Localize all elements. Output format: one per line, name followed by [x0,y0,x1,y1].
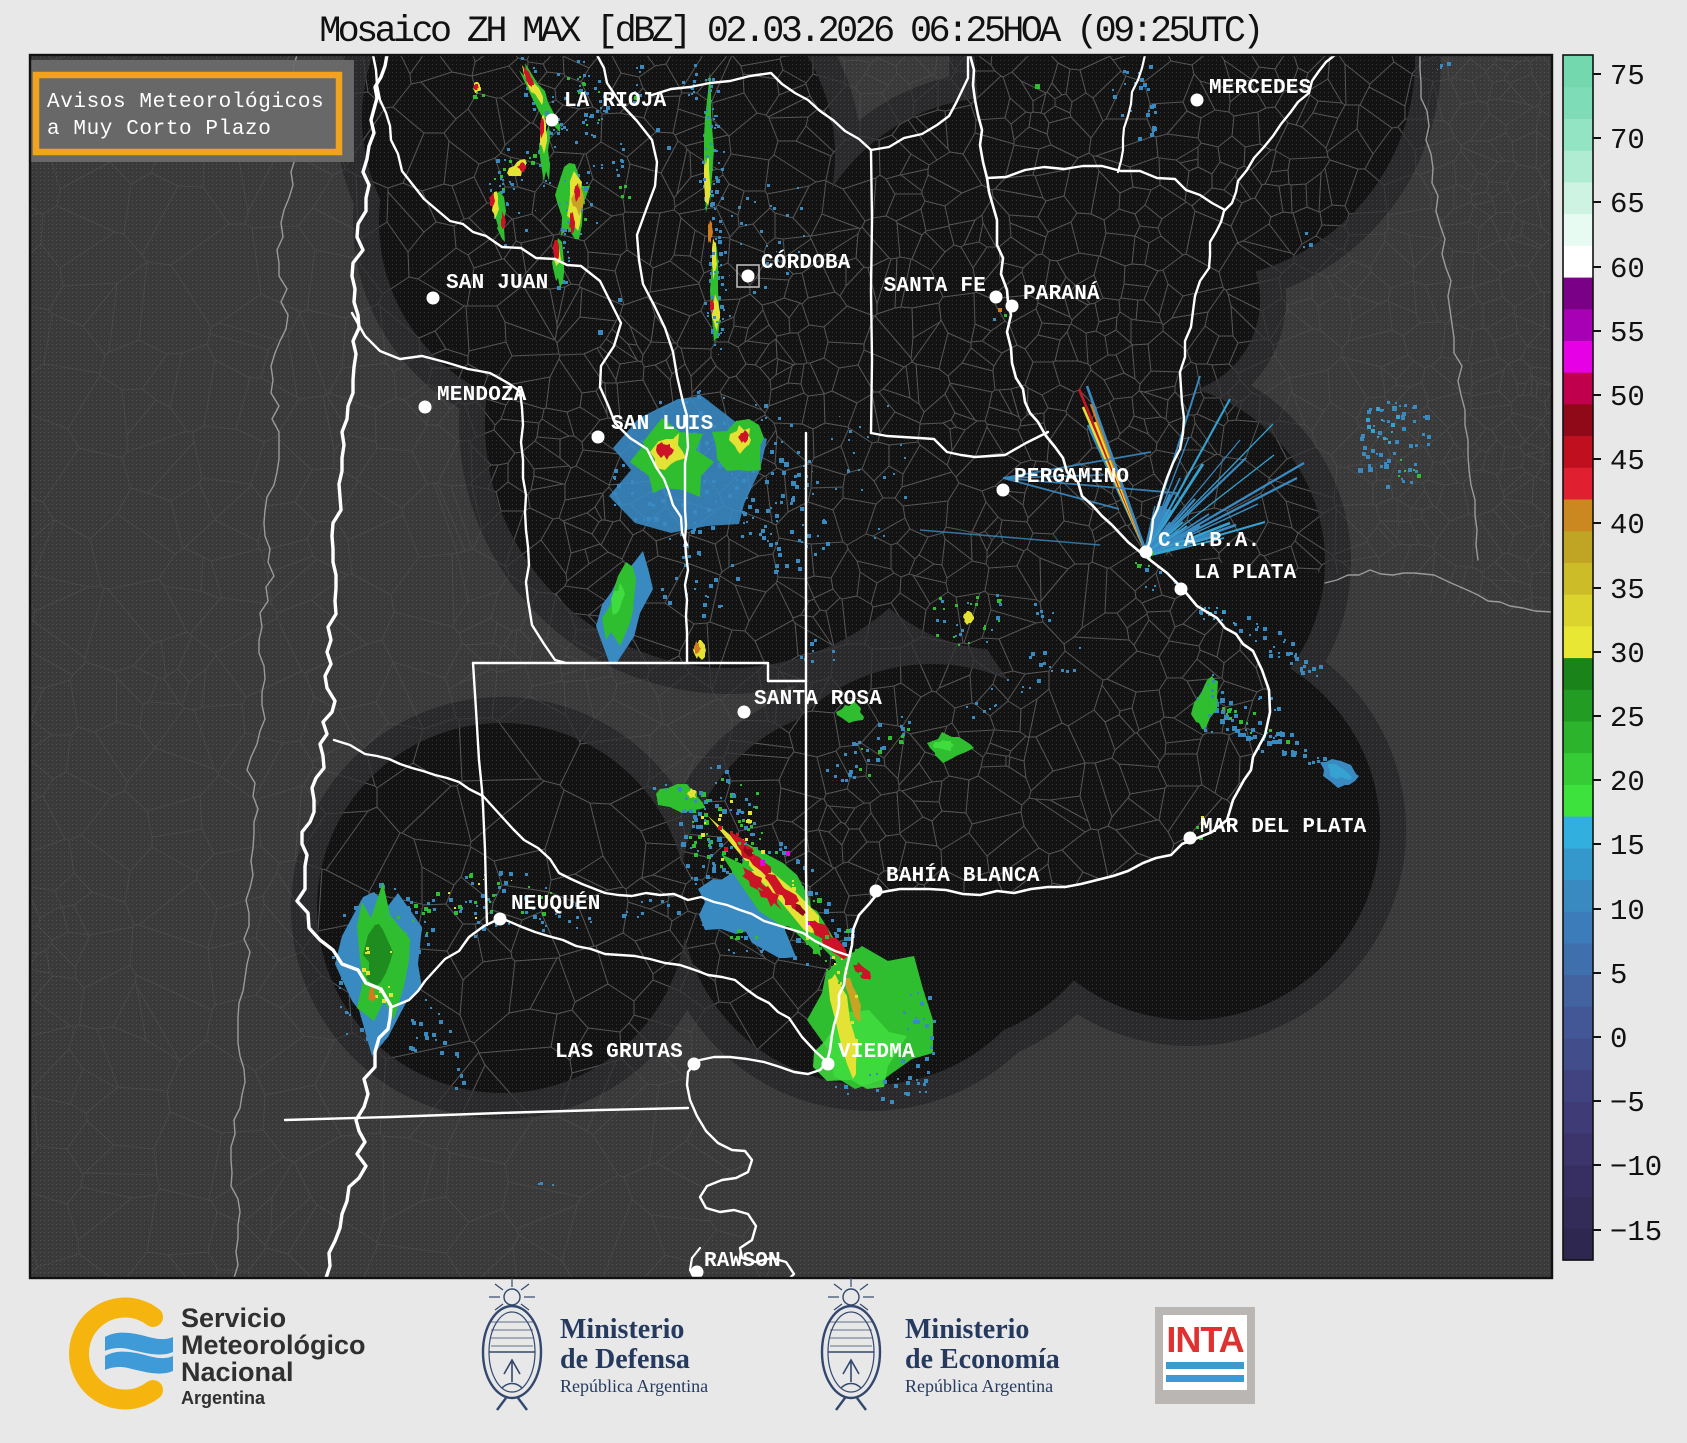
svg-text:10: 10 [1610,895,1645,928]
svg-text:República Argentina: República Argentina [905,1376,1053,1396]
svg-text:Nacional: Nacional [181,1357,294,1387]
svg-text:PERGAMINO: PERGAMINO [1014,466,1129,489]
svg-text:Servicio: Servicio [181,1303,286,1333]
svg-text:SAN JUAN: SAN JUAN [446,272,548,295]
svg-text:INTA: INTA [1166,1319,1244,1360]
svg-text:40: 40 [1610,509,1645,542]
svg-text:70: 70 [1610,124,1645,157]
svg-text:5: 5 [1610,959,1627,992]
svg-text:SAN LUIS: SAN LUIS [611,413,713,436]
svg-text:MENDOZA: MENDOZA [437,384,527,407]
svg-text:República Argentina: República Argentina [560,1376,708,1396]
svg-text:35: 35 [1610,574,1645,607]
svg-text:MAR DEL PLATA: MAR DEL PLATA [1200,816,1367,839]
svg-text:C.A.B.A.: C.A.B.A. [1158,530,1260,553]
svg-text:45: 45 [1610,445,1645,478]
svg-text:NEUQUÉN: NEUQUÉN [511,892,601,916]
svg-text:65: 65 [1610,188,1645,221]
svg-text:30: 30 [1610,638,1645,671]
svg-text:Argentina: Argentina [181,1388,266,1408]
svg-text:25: 25 [1610,702,1645,735]
svg-text:Ministerio: Ministerio [560,1314,684,1345]
svg-text:a Muy Corto Plazo: a Muy Corto Plazo [47,118,271,141]
svg-text:−15: −15 [1610,1216,1662,1249]
svg-text:Meteorológico: Meteorológico [181,1330,366,1360]
svg-text:55: 55 [1610,317,1645,350]
svg-text:75: 75 [1610,60,1645,93]
svg-text:MERCEDES: MERCEDES [1209,77,1311,100]
svg-text:BAHÍA BLANCA: BAHÍA BLANCA [886,864,1040,888]
svg-text:PARANÁ: PARANÁ [1023,282,1100,306]
svg-text:−10: −10 [1610,1151,1662,1184]
svg-text:60: 60 [1610,253,1645,286]
svg-text:de Defensa: de Defensa [560,1344,690,1375]
svg-text:50: 50 [1610,381,1645,414]
svg-text:15: 15 [1610,830,1645,863]
svg-text:Avisos Meteorológicos: Avisos Meteorológicos [47,91,324,114]
svg-text:SANTA FE: SANTA FE [884,275,986,298]
svg-text:0: 0 [1610,1023,1627,1056]
svg-text:de Economía: de Economía [905,1344,1060,1375]
svg-text:LA PLATA: LA PLATA [1194,562,1297,585]
svg-text:CÓRDOBA: CÓRDOBA [761,251,851,275]
svg-text:−5: −5 [1610,1087,1645,1120]
svg-text:LAS GRUTAS: LAS GRUTAS [555,1041,683,1064]
svg-text:SANTA ROSA: SANTA ROSA [754,688,882,711]
svg-text:Ministerio: Ministerio [905,1314,1029,1345]
svg-text:LA RIOJA: LA RIOJA [564,90,667,113]
svg-text:VIEDMA: VIEDMA [838,1041,915,1064]
svg-text:Mosaico ZH MAX [dBZ] 02.03.202: Mosaico ZH MAX [dBZ] 02.03.2026 06:25HOA… [319,11,1261,53]
svg-text:RAWSON: RAWSON [704,1250,781,1273]
svg-text:20: 20 [1610,766,1645,799]
